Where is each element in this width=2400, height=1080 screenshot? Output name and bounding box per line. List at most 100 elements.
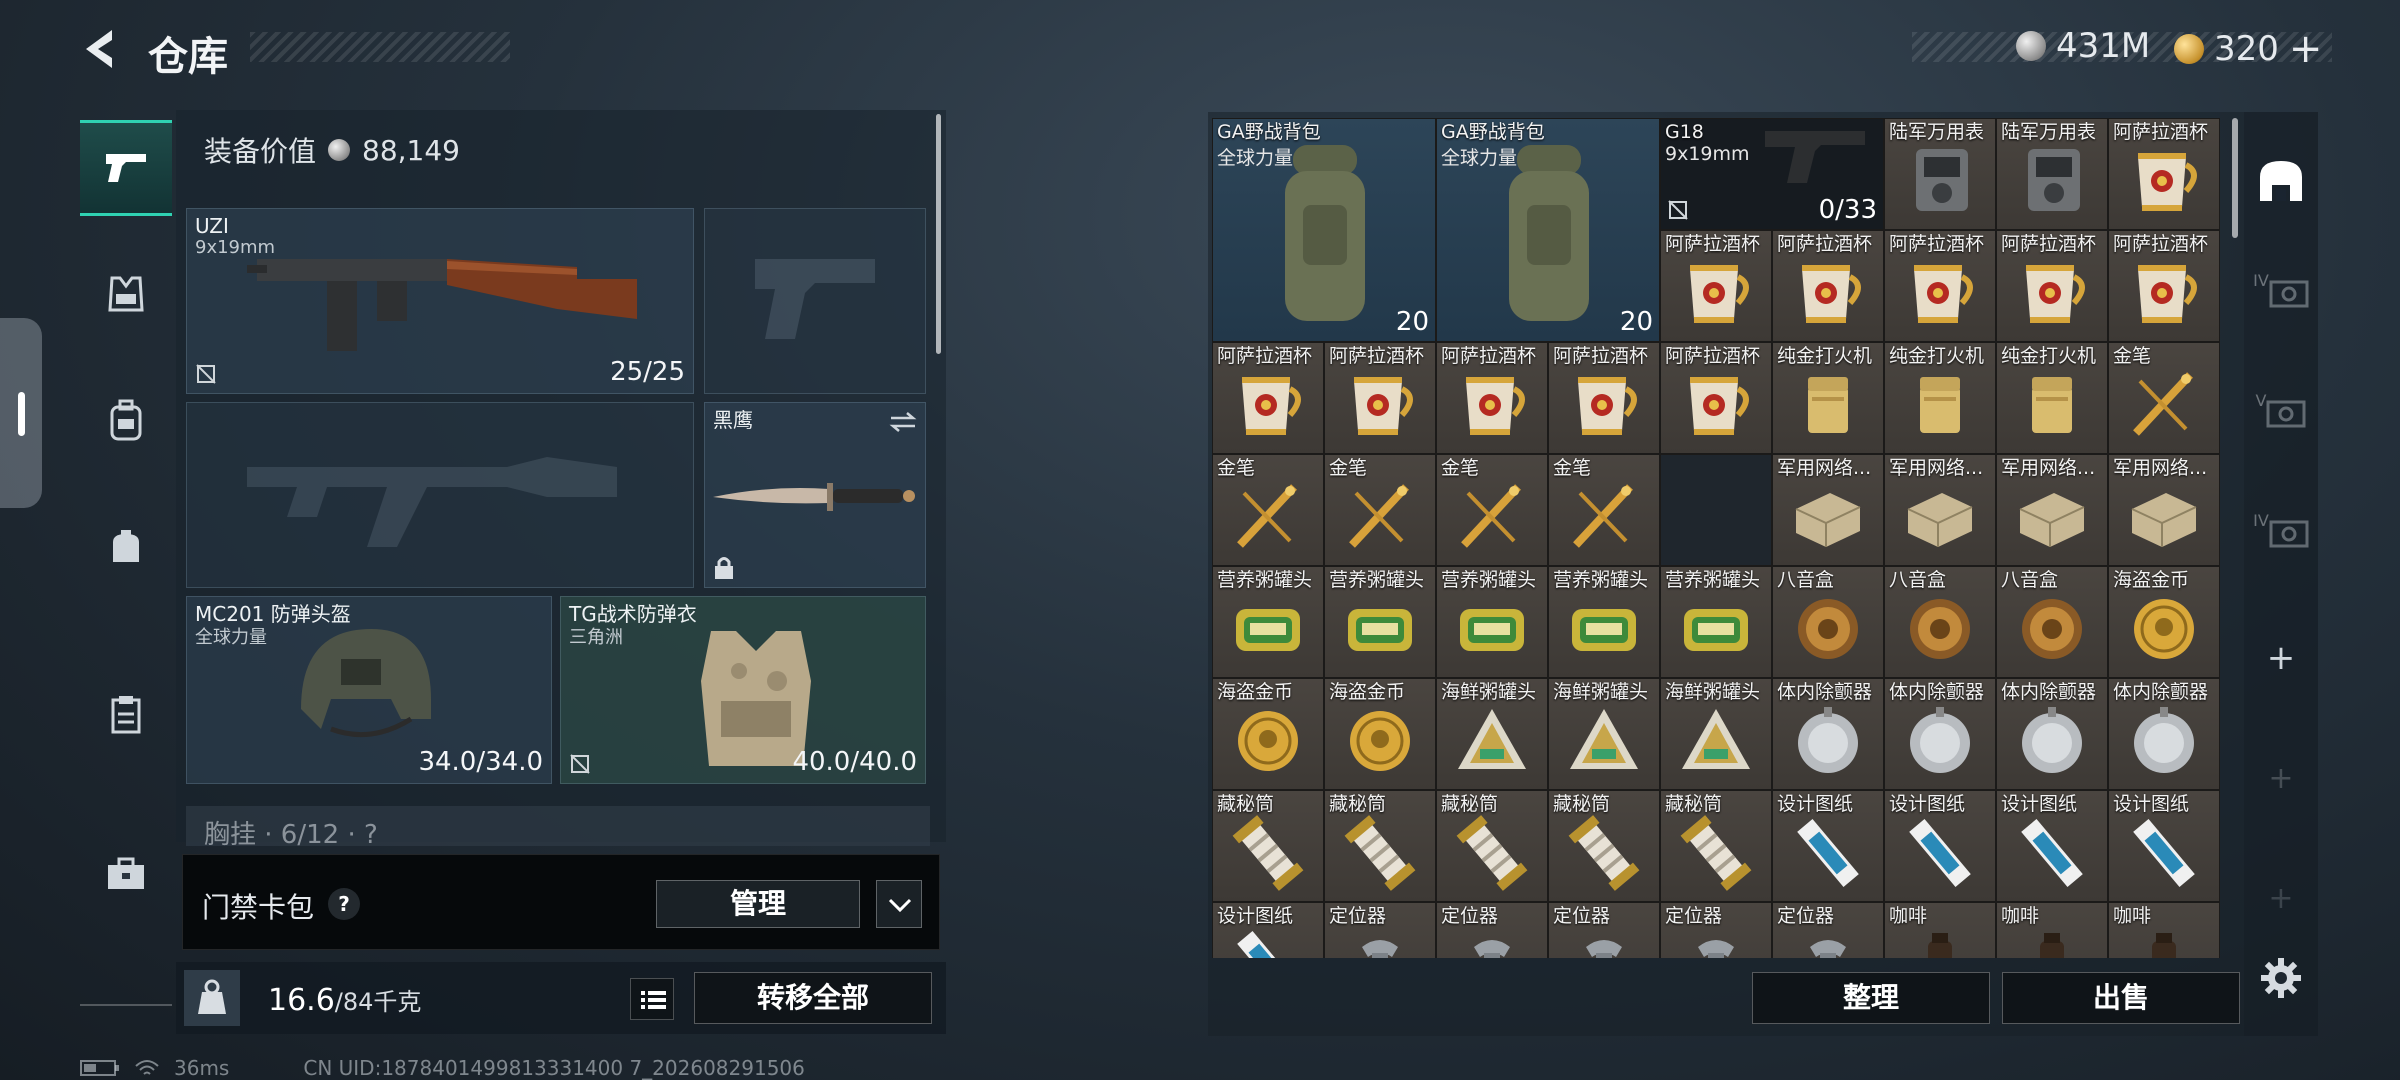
storage-item[interactable]: 阿萨拉酒杯 [1660, 342, 1772, 454]
storage-item[interactable]: 体内除颤器 [1996, 678, 2108, 790]
storage-item[interactable]: 阿萨拉酒杯 [1884, 230, 1996, 342]
storage-item[interactable]: 设计图纸 [1884, 790, 1996, 902]
storage-item[interactable]: 海盗金币 [2108, 566, 2220, 678]
silver-currency[interactable]: 431M [2016, 26, 2150, 66]
storage-item[interactable]: 藏秘筒 [1436, 790, 1548, 902]
storage-item[interactable]: 藏秘筒 [1660, 790, 1772, 902]
storage-item[interactable]: 营养粥罐头 [1436, 566, 1548, 678]
storage-item[interactable]: 金笔 [1436, 454, 1548, 566]
nav-weapons[interactable] [80, 120, 172, 216]
gold-add[interactable]: + [2289, 26, 2323, 72]
sort-button[interactable]: 整理 [1752, 972, 1990, 1024]
storage-item[interactable]: 阿萨拉酒杯 [2108, 118, 2220, 230]
list-view-button[interactable] [630, 978, 674, 1020]
storage-item[interactable]: 设计图纸 [1212, 902, 1324, 958]
storage-item-backpack[interactable]: GA野战背包 全球力量 20 [1212, 118, 1436, 342]
storage-item[interactable]: 藏秘筒 [1324, 790, 1436, 902]
primary-weapon-slot[interactable]: UZI 9x19mm 25/25 [186, 208, 694, 394]
storage-tab-3[interactable]: V [2244, 366, 2318, 462]
back-button[interactable] [78, 26, 124, 72]
armor-slot[interactable]: TG战术防弹衣 三角洲 40.0/40.0 [560, 596, 926, 784]
storage-item[interactable]: 八音盒 [1996, 566, 2108, 678]
storage-item-backpack[interactable]: GA野战背包 全球力量 20 [1436, 118, 1660, 342]
storage-item[interactable]: 藏秘筒 [1548, 790, 1660, 902]
storage-item[interactable]: 定位器 [1548, 902, 1660, 958]
storage-item[interactable]: 阿萨拉酒杯 [1660, 230, 1772, 342]
storage-item[interactable]: 体内除颤器 [1772, 678, 1884, 790]
storage-item[interactable]: 海鲜粥罐头 [1660, 678, 1772, 790]
keycard-help-button[interactable]: ? [328, 888, 360, 920]
storage-item[interactable]: 军用网络... [1996, 454, 2108, 566]
storage-item[interactable]: 军用网络... [1884, 454, 1996, 566]
storage-item[interactable]: 设计图纸 [1772, 790, 1884, 902]
storage-item[interactable]: 海盗金币 [1324, 678, 1436, 790]
storage-item[interactable]: 阿萨拉酒杯 [1436, 342, 1548, 454]
storage-item[interactable]: 八音盒 [1772, 566, 1884, 678]
nav-vest[interactable] [80, 246, 172, 342]
storage-tab-4[interactable]: IV [2244, 486, 2318, 582]
storage-item[interactable]: 咖啡 [1996, 902, 2108, 958]
equipment-scrollbar[interactable] [936, 114, 941, 354]
storage-item[interactable]: 纯金打火机 [1772, 342, 1884, 454]
storage-item[interactable]: 军用网络... [1772, 454, 1884, 566]
storage-item[interactable]: 体内除颤器 [2108, 678, 2220, 790]
storage-item[interactable]: 金笔 [1548, 454, 1660, 566]
storage-item[interactable]: 阿萨拉酒杯 [1996, 230, 2108, 342]
storage-item[interactable]: 阿萨拉酒杯 [1212, 342, 1324, 454]
helmet-slot[interactable]: MC201 防弹头盔 全球力量 34.0/34.0 [186, 596, 552, 784]
storage-item[interactable]: 海鲜粥罐头 [1436, 678, 1548, 790]
storage-item[interactable]: 海鲜粥罐头 [1548, 678, 1660, 790]
storage-item[interactable]: 定位器 [1436, 902, 1548, 958]
manage-button[interactable]: 管理 [656, 880, 860, 928]
rifle-slot[interactable] [186, 402, 694, 588]
storage-item[interactable]: 阿萨拉酒杯 [1772, 230, 1884, 342]
storage-item-pistol[interactable]: G18 9x19mm 0/33 [1660, 118, 1884, 230]
item-name: 设计图纸 [1217, 905, 1294, 927]
storage-item[interactable]: 营养粥罐头 [1548, 566, 1660, 678]
nav-bag[interactable] [80, 498, 172, 594]
nav-clipboard[interactable] [80, 666, 172, 762]
storage-item[interactable]: 设计图纸 [1996, 790, 2108, 902]
storage-empty-slot[interactable] [1660, 454, 1772, 566]
nav-backpack[interactable] [80, 372, 172, 468]
storage-item[interactable]: 军用网络... [2108, 454, 2220, 566]
storage-item[interactable]: 陆军万用表 [1996, 118, 2108, 230]
add-storage-tab[interactable]: + [2244, 610, 2318, 706]
storage-item[interactable]: 设计图纸 [2108, 790, 2220, 902]
swap-icon[interactable] [889, 411, 917, 433]
storage-tab-2[interactable]: IV [2244, 246, 2318, 342]
storage-item[interactable]: 金笔 [1212, 454, 1324, 566]
storage-item[interactable]: 金笔 [1324, 454, 1436, 566]
storage-scrollbar[interactable] [2232, 118, 2238, 238]
storage-item[interactable]: 体内除颤器 [1884, 678, 1996, 790]
storage-item[interactable]: 海盗金币 [1212, 678, 1324, 790]
storage-item[interactable]: 八音盒 [1884, 566, 1996, 678]
storage-item[interactable]: 咖啡 [1884, 902, 1996, 958]
storage-item[interactable]: 纯金打火机 [1884, 342, 1996, 454]
storage-item[interactable]: 定位器 [1660, 902, 1772, 958]
nav-briefcase[interactable] [80, 826, 172, 922]
sell-button[interactable]: 出售 [2002, 972, 2240, 1024]
settings-button[interactable] [2244, 930, 2318, 1026]
storage-item[interactable]: 定位器 [1772, 902, 1884, 958]
storage-item[interactable]: 咖啡 [2108, 902, 2220, 958]
storage-item[interactable]: 陆军万用表 [1884, 118, 1996, 230]
storage-item[interactable]: 阿萨拉酒杯 [1548, 342, 1660, 454]
storage-item[interactable]: 定位器 [1324, 902, 1436, 958]
gold-currency[interactable]: 320 + [2174, 26, 2322, 72]
melee-slot[interactable]: 黑鹰 [704, 402, 926, 588]
storage-item[interactable]: 阿萨拉酒杯 [2108, 230, 2220, 342]
storage-item[interactable]: 藏秘筒 [1212, 790, 1324, 902]
keycard-dropdown-button[interactable] [876, 880, 922, 928]
transfer-all-button[interactable]: 转移全部 [694, 972, 932, 1024]
storage-item[interactable]: 纯金打火机 [1996, 342, 2108, 454]
storage-tab-main[interactable] [2244, 132, 2318, 228]
storage-item[interactable]: 营养粥罐头 [1660, 566, 1772, 678]
storage-item[interactable]: 阿萨拉酒杯 [1324, 342, 1436, 454]
secondary-weapon-slot[interactable] [704, 208, 926, 394]
storage-item[interactable]: 营养粥罐头 [1324, 566, 1436, 678]
chest-rig-row[interactable]: 胸挂 · 6/12 · ? [186, 806, 930, 846]
storage-item[interactable]: 营养粥罐头 [1212, 566, 1324, 678]
storage-item[interactable]: 金笔 [2108, 342, 2220, 454]
item-icon [1902, 143, 1978, 223]
